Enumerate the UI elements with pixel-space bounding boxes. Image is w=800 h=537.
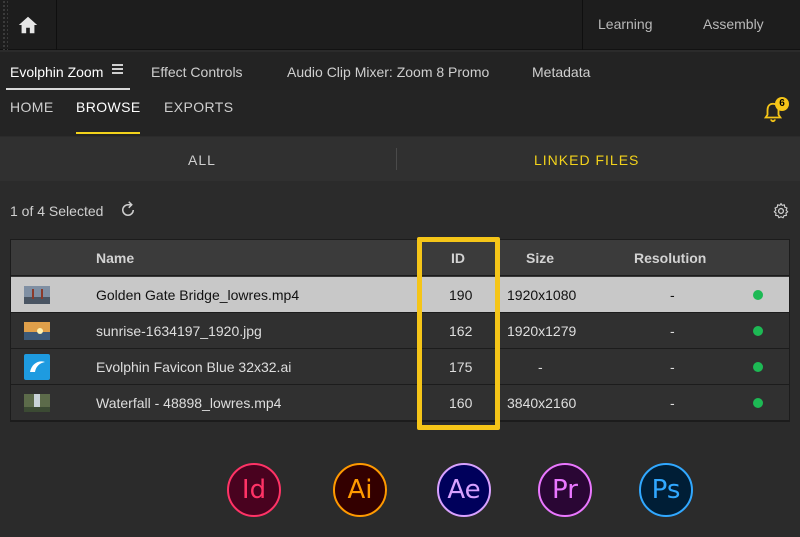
status-dot [753, 290, 763, 300]
status-dot [753, 362, 763, 372]
workspace-assembly[interactable]: Assembly [703, 16, 764, 32]
nav-home[interactable]: HOME [10, 99, 54, 115]
tab-evolphin-zoom[interactable]: Evolphin Zoom [10, 64, 103, 80]
filter-divider [396, 148, 397, 170]
indesign-label: Id [241, 475, 267, 505]
assets-table: Name ID Size Resolution Golden Gate Brid… [10, 239, 790, 422]
home-icon [18, 16, 38, 34]
indesign-app-icon[interactable]: Id [227, 463, 281, 517]
topbar-divider [56, 0, 57, 50]
cell-name: Golden Gate Bridge_lowres.mp4 [96, 287, 300, 303]
table-row[interactable]: Waterfall - 48898_lowres.mp4 160 3840x21… [11, 385, 789, 421]
table-row[interactable]: Golden Gate Bridge_lowres.mp4 190 1920x1… [11, 277, 789, 313]
photoshop-label: Ps [651, 475, 681, 505]
active-nav-indicator [76, 132, 140, 134]
section-nav: HOME BROWSE EXPORTS [0, 90, 800, 136]
cell-size: - [538, 359, 543, 375]
panel-menu-icon[interactable] [112, 64, 123, 74]
notification-badge: 6 [775, 97, 789, 111]
cell-name: Waterfall - 48898_lowres.mp4 [96, 395, 282, 411]
premiere-app-icon[interactable]: Pr [538, 463, 592, 517]
video-thumbnail [24, 286, 50, 304]
gear-icon[interactable] [772, 202, 790, 220]
column-header-name[interactable]: Name [96, 250, 134, 266]
cell-resolution: - [670, 359, 675, 375]
filter-bar: ALL LINKED FILES [0, 137, 800, 181]
app-topbar: Learning Assembly [0, 0, 800, 50]
nav-browse[interactable]: BROWSE [76, 99, 141, 115]
status-dot [753, 326, 763, 336]
home-button[interactable] [10, 8, 46, 42]
cell-size: 1920x1080 [507, 287, 577, 303]
nav-exports[interactable]: EXPORTS [164, 99, 233, 115]
topbar-divider [582, 0, 583, 50]
workspace-learning[interactable]: Learning [598, 16, 653, 32]
status-dot [753, 398, 763, 408]
after-effects-label: Ae [447, 475, 481, 505]
cell-resolution: - [670, 287, 675, 303]
drag-grip[interactable] [2, 0, 8, 50]
cell-size: 1920x1279 [507, 323, 577, 339]
cell-name: Evolphin Favicon Blue 32x32.ai [96, 359, 292, 375]
table-header: Name ID Size Resolution [11, 240, 789, 276]
image-thumbnail [24, 322, 50, 340]
refresh-icon[interactable] [119, 201, 137, 219]
premiere-label: Pr [552, 475, 578, 505]
selection-status: 1 of 4 Selected [10, 203, 104, 219]
tab-metadata[interactable]: Metadata [532, 64, 590, 80]
cell-name: sunrise-1634197_1920.jpg [96, 323, 262, 339]
table-row[interactable]: sunrise-1634197_1920.jpg 162 1920x1279 - [11, 313, 789, 349]
id-column-highlight [417, 237, 500, 430]
illustrator-app-icon[interactable]: Ai [333, 463, 387, 517]
video-thumbnail [24, 394, 50, 412]
filter-linked-files[interactable]: LINKED FILES [534, 152, 639, 168]
illustrator-label: Ai [347, 475, 373, 505]
table-row[interactable]: Evolphin Favicon Blue 32x32.ai 175 - - [11, 349, 789, 385]
photoshop-app-icon[interactable]: Ps [639, 463, 693, 517]
column-header-resolution[interactable]: Resolution [634, 250, 706, 266]
cell-resolution: - [670, 395, 675, 411]
tab-effect-controls[interactable]: Effect Controls [151, 64, 243, 80]
filter-all[interactable]: ALL [188, 152, 216, 168]
favicon-thumbnail [24, 354, 50, 380]
tab-audio-clip-mixer[interactable]: Audio Clip Mixer: Zoom 8 Promo [287, 64, 489, 80]
cell-size: 3840x2160 [507, 395, 577, 411]
cell-resolution: - [670, 323, 675, 339]
after-effects-app-icon[interactable]: Ae [437, 463, 491, 517]
column-header-size[interactable]: Size [526, 250, 554, 266]
